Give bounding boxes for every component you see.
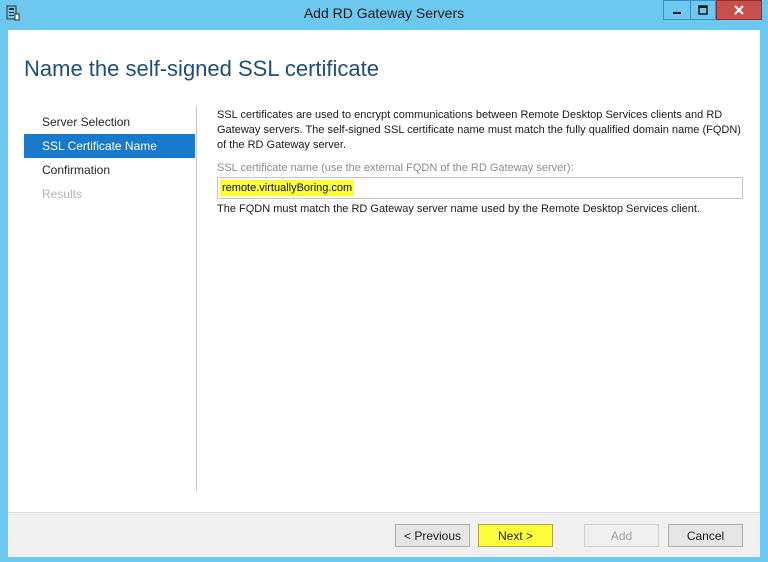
wizard-window: Add RD Gateway Servers Name the self-sig… (0, 0, 768, 562)
nav-item-confirmation[interactable]: Confirmation (24, 158, 195, 182)
wizard-nav: Server Selection SSL Certificate Name Co… (24, 110, 195, 206)
title-bar[interactable]: Add RD Gateway Servers (0, 0, 768, 28)
minimize-button[interactable] (663, 0, 690, 20)
nav-item-ssl-certificate-name[interactable]: SSL Certificate Name (24, 134, 195, 158)
window-title: Add RD Gateway Servers (303, 5, 465, 21)
add-button: Add (584, 524, 659, 547)
fqdn-hint-text: The FQDN must match the RD Gateway serve… (217, 203, 700, 215)
wizard-footer: < Previous Next > Add Cancel (8, 512, 760, 557)
nav-item-server-selection[interactable]: Server Selection (24, 110, 195, 134)
next-button[interactable]: Next > (478, 524, 553, 547)
description-text: SSL certificates are used to encrypt com… (217, 109, 741, 151)
wizard-content: Name the self-signed SSL certificate Ser… (8, 30, 760, 512)
nav-divider (196, 106, 197, 492)
previous-button[interactable]: < Previous (395, 524, 470, 547)
maximize-icon (698, 5, 708, 15)
close-icon (734, 5, 744, 15)
close-button[interactable] (716, 0, 762, 20)
certificate-name-input[interactable]: remote.virtuallyBoring.com (217, 177, 743, 199)
main-panel: SSL certificates are used to encrypt com… (217, 108, 747, 217)
nav-item-results: Results (42, 187, 83, 201)
certificate-name-value[interactable]: remote.virtuallyBoring.com (220, 180, 355, 196)
cancel-button[interactable]: Cancel (668, 524, 743, 547)
minimize-icon (673, 12, 681, 14)
certificate-name-label: SSL certificate name (use the external F… (217, 162, 574, 174)
maximize-button[interactable] (690, 0, 716, 20)
page-title: Name the self-signed SSL certificate (24, 56, 380, 81)
